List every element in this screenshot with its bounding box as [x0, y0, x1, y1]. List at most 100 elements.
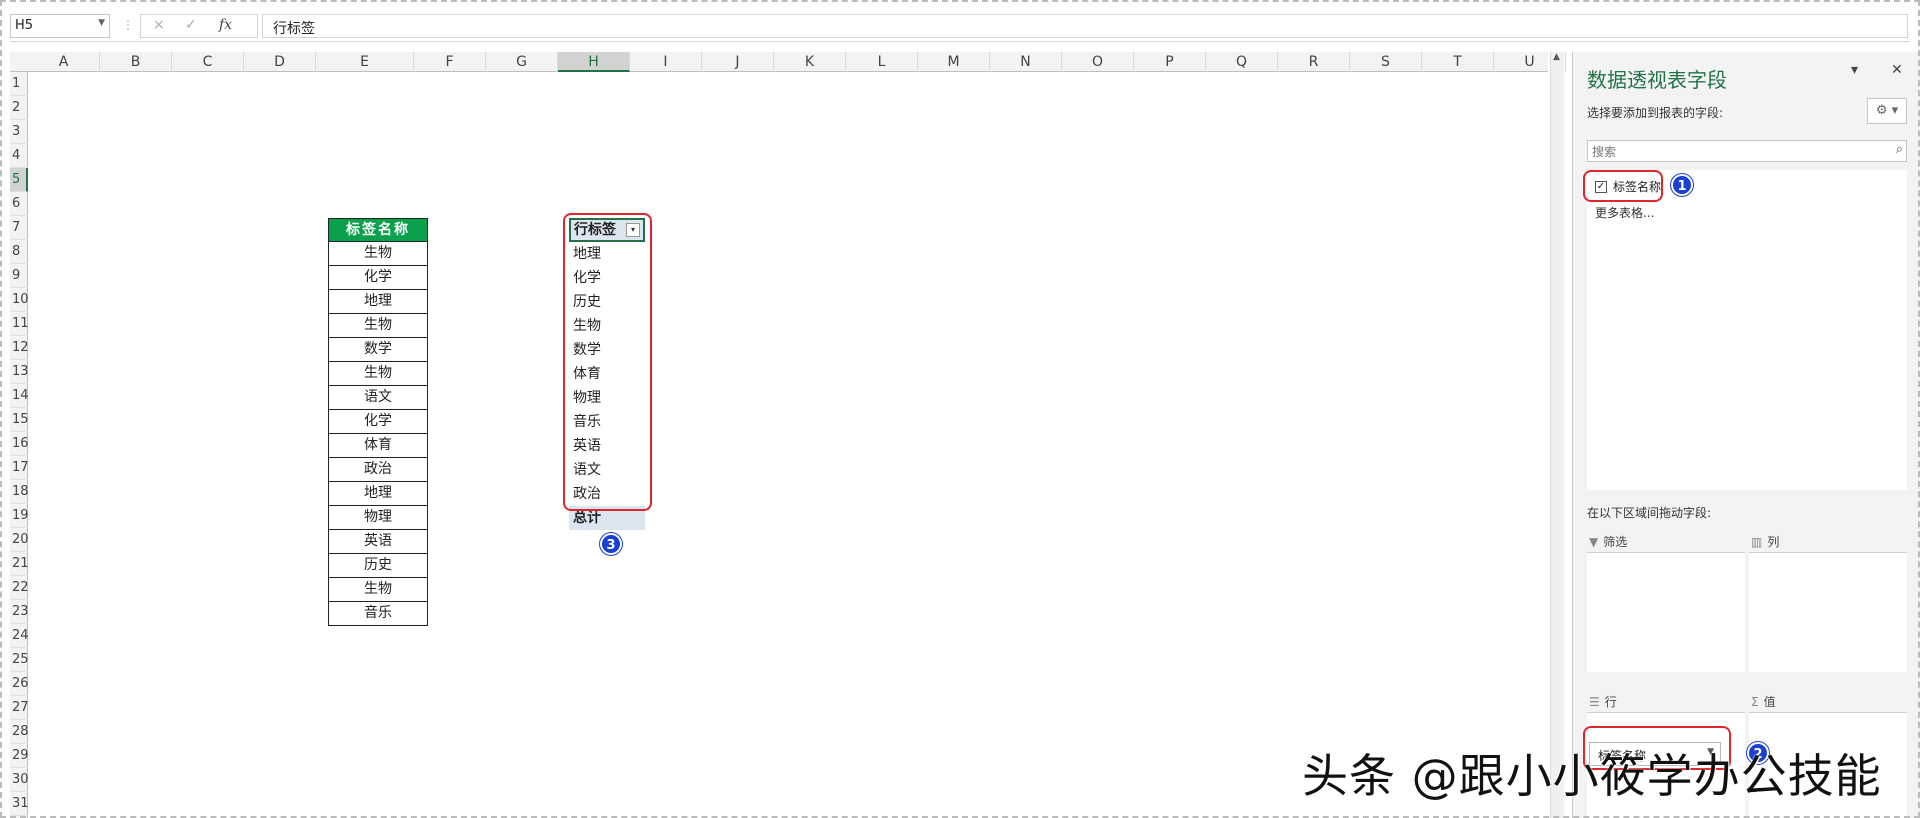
- source-table-cell[interactable]: 政治: [328, 458, 428, 482]
- row-header[interactable]: 15: [10, 408, 29, 432]
- name-box[interactable]: H5 ▼: [10, 14, 110, 38]
- column-header[interactable]: A: [28, 52, 100, 72]
- columns-icon: ▥: [1751, 535, 1763, 549]
- column-header[interactable]: L: [846, 52, 918, 72]
- row-header[interactable]: 8: [10, 240, 28, 264]
- column-headers: ABCDEFGHIJKLMNOPQRSTU: [10, 52, 1566, 72]
- row-header[interactable]: 23: [10, 600, 29, 624]
- more-dots-icon: ⋮: [122, 18, 134, 32]
- source-table-cell[interactable]: 化学: [328, 410, 428, 434]
- insert-function-icon[interactable]: fx: [219, 17, 232, 33]
- row-header[interactable]: 28: [10, 720, 29, 744]
- row-header[interactable]: 1: [10, 72, 28, 96]
- column-header[interactable]: N: [990, 52, 1062, 72]
- row-header[interactable]: 19: [10, 504, 29, 528]
- row-header[interactable]: 22: [10, 576, 29, 600]
- row-header[interactable]: 2: [10, 96, 28, 120]
- row-header[interactable]: 20: [10, 528, 29, 552]
- row-header[interactable]: 16: [10, 432, 29, 456]
- source-table-cell[interactable]: 历史: [328, 554, 428, 578]
- highlight-box-pivot: [563, 213, 652, 511]
- worksheet-grid[interactable]: ABCDEFGHIJKLMNOPQRSTU 1 2 3 4 5 6 7 8 9 10 11 12 13 1…: [10, 52, 1566, 818]
- row-header[interactable]: 18: [10, 480, 29, 504]
- row-header[interactable]: 29: [10, 744, 29, 768]
- pane-options-chevron-icon[interactable]: ▾: [1851, 62, 1858, 78]
- enter-icon[interactable]: ✓: [185, 17, 197, 33]
- row-header[interactable]: 21: [10, 552, 29, 576]
- source-table-cell[interactable]: 生物: [328, 362, 428, 386]
- highlight-box-field: [1583, 170, 1663, 202]
- row-header[interactable]: 6: [10, 192, 28, 216]
- column-header[interactable]: M: [918, 52, 990, 72]
- column-header[interactable]: B: [100, 52, 172, 72]
- drag-hint: 在以下区域间拖动字段:: [1587, 506, 1712, 520]
- column-header[interactable]: H: [558, 52, 630, 72]
- search-placeholder: 搜索: [1592, 145, 1617, 159]
- columns-area[interactable]: [1749, 552, 1907, 672]
- row-header[interactable]: 3: [10, 120, 28, 144]
- column-header[interactable]: G: [486, 52, 558, 72]
- column-header[interactable]: K: [774, 52, 846, 72]
- source-table-cell[interactable]: 生物: [328, 314, 428, 338]
- source-table-cell[interactable]: 地理: [328, 290, 428, 314]
- column-header[interactable]: R: [1278, 52, 1350, 72]
- column-header[interactable]: D: [244, 52, 316, 72]
- values-area-label: Σ值: [1751, 695, 1776, 709]
- column-header[interactable]: J: [702, 52, 774, 72]
- column-header[interactable]: I: [630, 52, 702, 72]
- cancel-icon[interactable]: ×: [153, 17, 165, 33]
- column-header[interactable]: T: [1422, 52, 1494, 72]
- formula-actions: × ✓ fx: [140, 14, 258, 38]
- row-header[interactable]: 10: [10, 288, 29, 312]
- row-header[interactable]: 26: [10, 672, 29, 696]
- row-header[interactable]: 30: [10, 768, 29, 792]
- source-table-cell[interactable]: 生物: [328, 578, 428, 602]
- more-tables-link[interactable]: 更多表格...: [1595, 204, 1654, 221]
- chevron-down-icon[interactable]: ▼: [98, 18, 105, 28]
- filter-area[interactable]: [1587, 552, 1745, 672]
- close-icon[interactable]: ✕: [1891, 62, 1903, 78]
- row-header[interactable]: 24: [10, 624, 29, 648]
- column-header[interactable]: Q: [1206, 52, 1278, 72]
- columns-area-label: ▥ 列: [1751, 535, 1780, 549]
- source-table-cell[interactable]: 生物: [328, 242, 428, 266]
- row-header[interactable]: 17: [10, 456, 29, 480]
- row-header[interactable]: 12: [10, 336, 29, 360]
- row-header[interactable]: 7: [10, 216, 28, 240]
- column-header[interactable]: F: [414, 52, 486, 72]
- row-header[interactable]: 25: [10, 648, 29, 672]
- gear-icon[interactable]: ⚙ ▾: [1867, 98, 1907, 124]
- row-header[interactable]: 31: [10, 792, 29, 816]
- column-header[interactable]: E: [316, 52, 414, 72]
- scroll-up-icon[interactable]: ▲: [1553, 52, 1560, 62]
- vertical-scrollbar[interactable]: ▲: [1550, 52, 1564, 818]
- pane-subtitle: 选择要添加到报表的字段:: [1587, 106, 1724, 120]
- row-header[interactable]: 5: [10, 168, 28, 192]
- search-icon[interactable]: ⌕: [1896, 142, 1903, 157]
- source-table-cell[interactable]: 化学: [328, 266, 428, 290]
- row-header[interactable]: 13: [10, 360, 29, 384]
- formula-input[interactable]: 行标签: [262, 14, 1908, 38]
- source-table-cell[interactable]: 物理: [328, 506, 428, 530]
- source-table-cell[interactable]: 地理: [328, 482, 428, 506]
- watermark: 头条 @跟小小筱学办公技能: [1302, 749, 1882, 803]
- column-header[interactable]: P: [1134, 52, 1206, 72]
- source-table-cell[interactable]: 语文: [328, 386, 428, 410]
- column-header[interactable]: C: [172, 52, 244, 72]
- column-header[interactable]: O: [1062, 52, 1134, 72]
- rows-area-label: ☰ 行: [1589, 695, 1617, 709]
- filter-area-label: ▼ 筛选: [1589, 535, 1628, 549]
- source-table-cell[interactable]: 数学: [328, 338, 428, 362]
- source-table-cell[interactable]: 体育: [328, 434, 428, 458]
- field-list: ✓ 标签名称 更多表格...: [1587, 170, 1907, 490]
- field-search-input[interactable]: 搜索 ⌕: [1587, 140, 1907, 162]
- row-header[interactable]: 11: [10, 312, 29, 336]
- column-header[interactable]: S: [1350, 52, 1422, 72]
- source-table-header[interactable]: 标签名称: [328, 218, 428, 242]
- row-header[interactable]: 14: [10, 384, 29, 408]
- row-header[interactable]: 4: [10, 144, 28, 168]
- source-table-cell[interactable]: 音乐: [328, 602, 428, 626]
- source-table-cell[interactable]: 英语: [328, 530, 428, 554]
- row-header[interactable]: 27: [10, 696, 29, 720]
- row-header[interactable]: 9: [10, 264, 28, 288]
